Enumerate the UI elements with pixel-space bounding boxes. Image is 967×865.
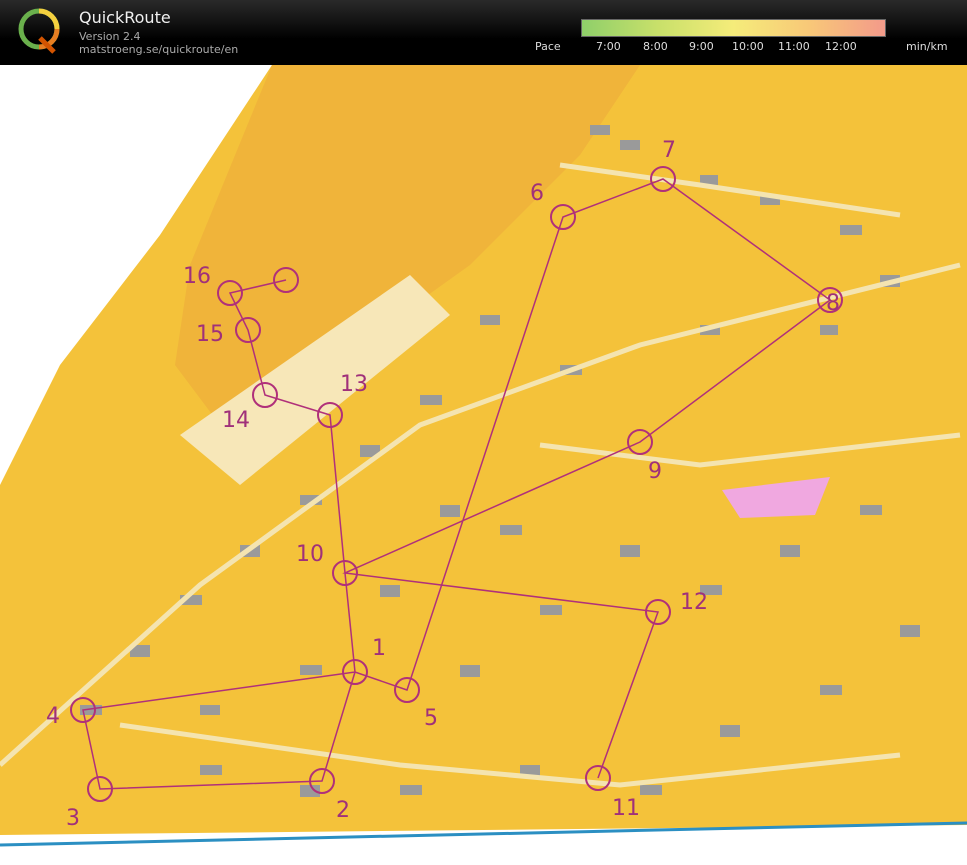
control-number: 9 <box>648 459 662 484</box>
control-number: 1 <box>372 636 386 661</box>
control-number: 12 <box>680 590 708 615</box>
pace-label: Pace <box>535 40 561 53</box>
control-number: 8 <box>826 291 840 316</box>
pace-tick: 12:00 <box>825 40 857 53</box>
pace-color-scale <box>581 19 886 37</box>
control-number: 3 <box>66 806 80 831</box>
app-url[interactable]: matstroeng.se/quickroute/en <box>79 43 238 56</box>
control-number: 5 <box>424 706 438 731</box>
control-number: 7 <box>662 138 676 163</box>
pace-tick: 10:00 <box>732 40 764 53</box>
control-number: 11 <box>612 796 640 821</box>
pace-tick: 8:00 <box>643 40 668 53</box>
pace-unit: min/km <box>906 40 948 53</box>
app-version: Version 2.4 <box>79 30 141 43</box>
pace-tick: 11:00 <box>778 40 810 53</box>
app-header: QuickRoute Version 2.4 matstroeng.se/qui… <box>0 0 967 65</box>
orienteering-map[interactable]: 1 2 3 4 5 6 7 8 9 10 11 12 13 14 15 16 <box>0 65 967 865</box>
control-number: 10 <box>296 542 324 567</box>
app-title: QuickRoute <box>79 8 171 27</box>
quickroute-logo-icon <box>18 8 60 54</box>
control-number: 14 <box>222 408 250 433</box>
control-number: 2 <box>336 798 350 823</box>
control-number: 16 <box>183 264 211 289</box>
pace-tick: 7:00 <box>596 40 621 53</box>
control-number: 15 <box>196 322 224 347</box>
pace-tick: 9:00 <box>689 40 714 53</box>
control-number: 4 <box>46 704 60 729</box>
control-number: 13 <box>340 372 368 397</box>
control-number: 6 <box>530 181 544 206</box>
